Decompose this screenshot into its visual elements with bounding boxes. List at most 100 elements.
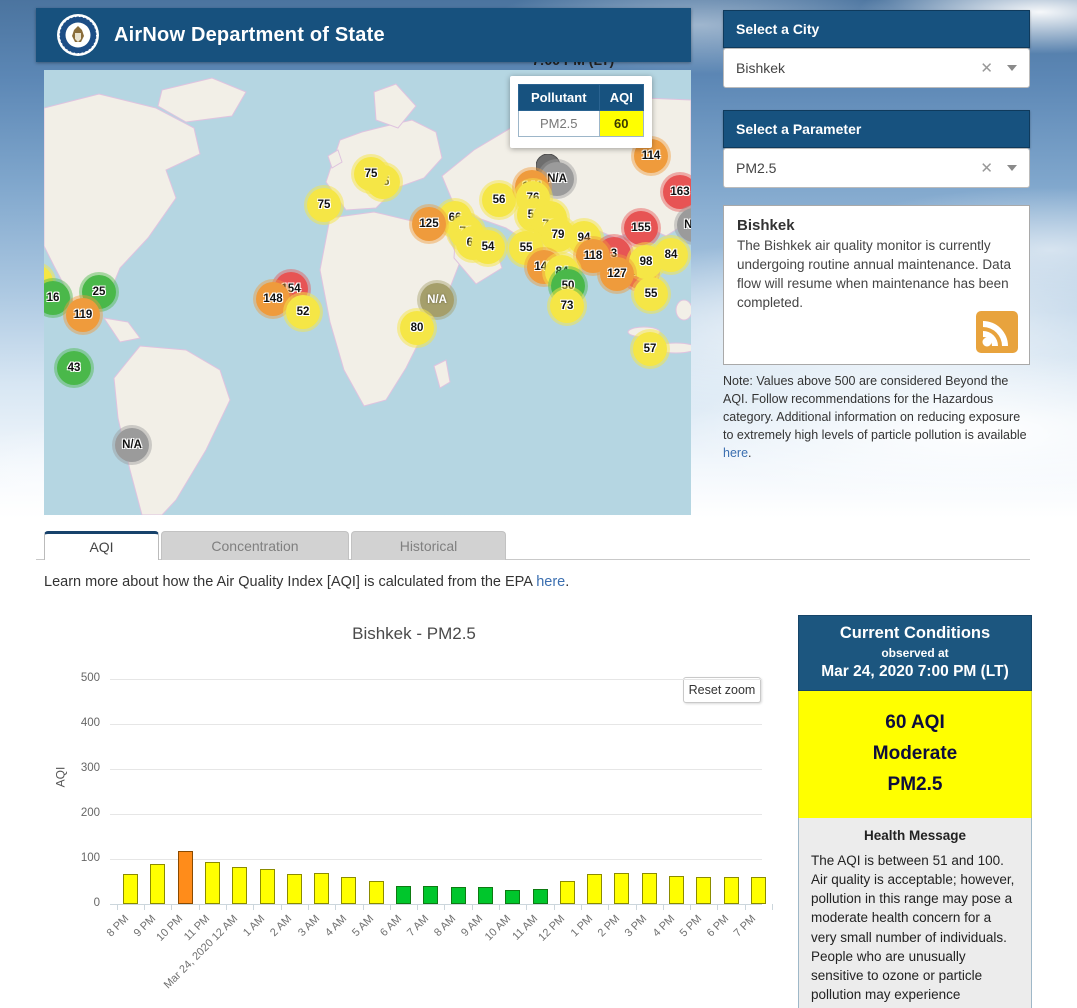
observation-datetime: Mar 24, 2020 7:00 PM (LT) (805, 663, 1025, 681)
parameter-caret-icon[interactable] (1007, 165, 1017, 171)
chart-ytick-label: 400 (44, 717, 100, 729)
aqi-marker[interactable]: 163 (663, 175, 691, 209)
current-conditions-panel: Current Conditions observed at Mar 24, 2… (798, 615, 1032, 1008)
chart-bar[interactable] (751, 877, 766, 904)
select-city-header: Select a City (723, 10, 1030, 48)
aqi-marker[interactable]: 127 (600, 257, 634, 291)
chart-ytick-label: 0 (44, 897, 100, 909)
chart-bar[interactable] (123, 874, 138, 904)
chart-gridline (110, 724, 762, 725)
chart-bar[interactable] (341, 877, 356, 904)
chart-bar[interactable] (396, 886, 411, 904)
aqi-marker[interactable]: 125 (412, 207, 446, 241)
chart-bar[interactable] (287, 874, 302, 904)
chart-ytick-label: 100 (44, 852, 100, 864)
rss-feed-icon[interactable] (976, 311, 1018, 353)
health-message-block: Health Message The AQI is between 51 and… (798, 818, 1032, 1008)
chart-x-tick (772, 904, 773, 910)
chart-bar[interactable] (614, 873, 629, 904)
chart-bar[interactable] (314, 873, 329, 904)
chart-bar[interactable] (232, 867, 247, 904)
chart-bar[interactable] (178, 851, 193, 904)
current-conditions-title: Current Conditions (805, 624, 1025, 643)
chart-x-tick (636, 904, 637, 910)
chart-x-tick (308, 904, 309, 910)
chart-x-tick (363, 904, 364, 910)
aqi-marker[interactable]: 55 (634, 277, 668, 311)
chart-bar[interactable] (369, 881, 384, 904)
chart-ytick-label: 200 (44, 807, 100, 819)
tab-concentration[interactable]: Concentration (161, 531, 349, 560)
world-aqi-map[interactable]: N/A 251611943N/A154148525575756612571645… (44, 70, 691, 515)
aqi-marker[interactable]: 52 (286, 295, 320, 329)
parameter-dropdown[interactable]: PM2.5 ✕ (723, 148, 1030, 188)
dos-seal-icon (56, 13, 100, 57)
chart-title: Bishkek - PM2.5 (44, 624, 784, 644)
aqi-marker[interactable]: 80 (400, 311, 434, 345)
observed-at-label: observed at (805, 646, 1025, 660)
aqi-marker[interactable]: 54 (471, 230, 505, 264)
chart-bar[interactable] (642, 873, 657, 904)
aqi-marker[interactable]: 43 (57, 351, 91, 385)
health-message-title: Health Message (811, 828, 1019, 843)
current-aqi-value: 60 AQI (803, 707, 1027, 738)
chart-x-tick (117, 904, 118, 910)
aqi-marker[interactable]: 98 (629, 245, 663, 279)
aqi-marker[interactable]: 155 (624, 211, 658, 245)
city-dropdown[interactable]: Bishkek ✕ (723, 48, 1030, 88)
chart-x-tick (444, 904, 445, 910)
aqi-marker[interactable]: 73 (550, 289, 584, 323)
note-here-link[interactable]: here (723, 446, 748, 460)
chart-bar[interactable] (150, 864, 165, 904)
chart-bar[interactable] (724, 877, 739, 904)
chart-bar[interactable] (560, 881, 575, 904)
chart-x-tick (745, 904, 746, 910)
chart-bar[interactable] (260, 869, 275, 904)
chart-bar[interactable] (451, 887, 466, 904)
aqi-marker[interactable]: 148 (256, 282, 290, 316)
learn-more-here-link[interactable]: here (536, 574, 565, 590)
chart-bar[interactable] (669, 876, 684, 904)
aqi-marker[interactable]: 75 (354, 157, 388, 191)
city-clear-icon[interactable]: ✕ (980, 59, 993, 77)
chart-x-tick (554, 904, 555, 910)
aqi-marker[interactable]: 119 (66, 298, 100, 332)
aqi-marker[interactable]: N/A (115, 428, 149, 462)
chart-bar[interactable] (696, 877, 711, 904)
chart-bar[interactable] (587, 874, 602, 904)
reset-zoom-button[interactable]: Reset zoom (683, 677, 761, 703)
app-header: AirNow Department of State (36, 8, 691, 62)
current-conditions-header: Current Conditions observed at Mar 24, 2… (798, 615, 1032, 691)
chart-x-tick (253, 904, 254, 910)
aqi-marker[interactable]: 75 (307, 188, 341, 222)
chart-ytick-label: 300 (44, 762, 100, 774)
city-caret-icon[interactable] (1007, 65, 1017, 71)
tooltip-aqi-value: 60 (599, 111, 644, 137)
aqi-marker[interactable]: N/A (420, 283, 454, 317)
chart-gridline (110, 859, 762, 860)
chart-bar[interactable] (423, 886, 438, 904)
current-aqi-pollutant: PM2.5 (803, 769, 1027, 800)
chart-bar[interactable] (533, 889, 548, 904)
chart-ytick-label: 500 (44, 672, 100, 684)
parameter-clear-icon[interactable]: ✕ (980, 159, 993, 177)
station-info-box: Bishkek The Bishkek air quality monitor … (723, 205, 1030, 365)
aqi-marker[interactable]: 57 (633, 332, 667, 366)
chart-bar[interactable] (205, 862, 220, 904)
chart-x-tick (390, 904, 391, 910)
chart-x-tick (281, 904, 282, 910)
chart-x-tick (171, 904, 172, 910)
tab-historical[interactable]: Historical (351, 531, 506, 560)
tooltip-col-aqi: AQI (599, 85, 644, 111)
chart-bar[interactable] (505, 890, 520, 904)
chart-x-tick (690, 904, 691, 910)
map-tooltip: Pollutant AQI PM2.5 60 (510, 76, 652, 148)
note-suffix: . (748, 446, 751, 460)
tab-aqi[interactable]: AQI (44, 531, 159, 560)
chart-bar[interactable] (478, 887, 493, 904)
station-info-body: The Bishkek air quality monitor is curre… (737, 236, 1016, 313)
chart-x-tick (663, 904, 664, 910)
aqi-marker[interactable]: 56 (482, 183, 516, 217)
learn-more-text: Learn more about how the Air Quality Ind… (44, 574, 569, 590)
aqi-bar-chart: Bishkek - PM2.5 Reset zoom AQI 010020030… (44, 615, 790, 1008)
